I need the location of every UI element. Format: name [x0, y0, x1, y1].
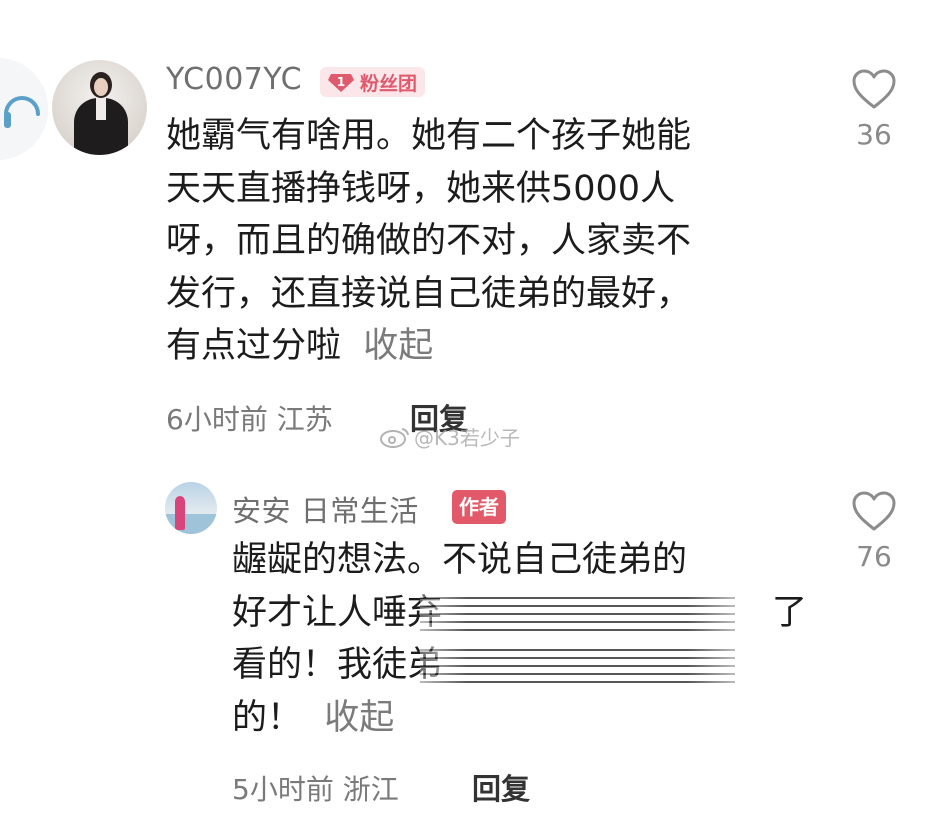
heart-icon[interactable]	[851, 68, 897, 110]
like-count: 76	[856, 540, 892, 573]
comment-location: 江苏	[276, 403, 333, 436]
comment-line: 发行，还直接说自己徒弟的最好，	[166, 273, 692, 314]
headphone-icon	[4, 96, 40, 128]
fan-badge-gem-icon: 1	[328, 72, 354, 92]
reply-location: 浙江	[342, 773, 399, 806]
like-count: 36	[856, 118, 892, 151]
collapse-link[interactable]: 收起	[324, 698, 394, 738]
avatar[interactable]	[52, 60, 147, 155]
redaction-overlay	[420, 594, 735, 634]
reply-line: 的！ 收起	[232, 692, 807, 745]
comment-time: 6小时前	[166, 403, 268, 436]
fan-club-badge[interactable]: 1 粉丝团	[320, 67, 426, 97]
weibo-icon	[380, 427, 409, 448]
reply-meta: 5小时前 浙江	[232, 768, 399, 808]
comment-line: 呀，而且的确做的不对，人家卖不	[166, 221, 692, 261]
reply-line-end: 了	[772, 592, 808, 633]
reply-button[interactable]: 回复	[472, 766, 530, 808]
reply-body: 龌龊的想法。不说自己徒弟的 好才让人唾弃 了 看的！我徒弟 的！ 收起	[232, 534, 807, 744]
watermark: @K3若少子	[380, 422, 520, 451]
comment-meta: 6小时前 江苏	[166, 398, 333, 438]
reply-line: 龌龊的想法。不说自己徒弟的	[232, 540, 688, 580]
heart-icon[interactable]	[851, 490, 897, 532]
fan-badge-level: 1	[336, 75, 346, 89]
comment-line-text: 有点过分啦	[166, 326, 342, 366]
redaction-overlay	[420, 646, 735, 686]
comment-body: 她霸气有啥用。她有二个孩子她能 天天直播挣钱呀，她来供5000人 呀，而且的确做…	[166, 110, 691, 373]
reply-time: 5小时前	[232, 773, 334, 806]
comment-line: 天天直播挣钱呀，她来供5000人	[166, 168, 676, 209]
reply-line-start: 好才让人唾弃	[232, 592, 443, 633]
watermark-text: @K3若少子	[414, 426, 520, 450]
author-badge: 作者	[452, 490, 506, 524]
floating-audio-button[interactable]	[0, 58, 48, 160]
reply-line-start: 看的！我徒弟	[232, 645, 443, 685]
comment-line: 她霸气有啥用。她有二个孩子她能	[166, 116, 692, 156]
fan-badge-label: 粉丝团	[360, 72, 418, 95]
reply-username[interactable]: 安安 日常生活	[232, 488, 419, 530]
avatar[interactable]	[165, 482, 217, 534]
reply-line-text: 的！	[232, 697, 303, 738]
collapse-link[interactable]: 收起	[363, 326, 433, 366]
comment-username[interactable]: YC007YC	[166, 62, 302, 97]
comment-line: 有点过分啦 收起	[166, 320, 691, 373]
